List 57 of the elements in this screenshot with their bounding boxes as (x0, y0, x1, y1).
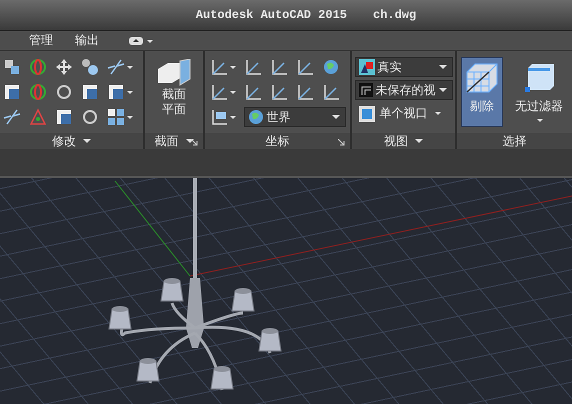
caret-icon[interactable] (126, 90, 132, 94)
panel-title[interactable]: 修改 (52, 132, 76, 150)
globe-icon (248, 109, 264, 125)
caret-icon[interactable] (126, 66, 132, 68)
ucs-icon[interactable] (296, 58, 314, 76)
caret-icon[interactable] (230, 66, 236, 68)
caret-icon[interactable] (230, 116, 236, 118)
ucs-icon[interactable] (210, 83, 228, 101)
panel-title[interactable]: 坐标 (266, 132, 290, 150)
caret-icon (438, 65, 446, 69)
window-title: Autodesk AutoCAD 2015 (196, 8, 347, 22)
wireframe-cube-icon (465, 62, 499, 94)
ucs-icon[interactable] (210, 58, 228, 76)
section-plane-button[interactable]: 截面 平面 (152, 57, 196, 119)
caret-icon[interactable] (415, 139, 423, 143)
file-name: ch.dwg (373, 8, 416, 22)
caret-icon[interactable] (186, 139, 194, 143)
ucs-icon[interactable] (322, 83, 340, 101)
viewport-icon (358, 106, 374, 122)
visual-style-dropdown[interactable]: 真实 (354, 57, 452, 77)
caret-icon (332, 115, 340, 119)
ucs-icon[interactable] (270, 83, 288, 101)
square-icon[interactable] (54, 108, 72, 126)
drawing-viewport[interactable] (0, 178, 572, 404)
view-icon (358, 83, 372, 97)
dialog-launcher-icon[interactable] (191, 139, 198, 146)
viewport-button[interactable]: 单个视口 (354, 103, 452, 124)
section-plane-icon (156, 59, 192, 87)
orbit-icon[interactable] (28, 83, 46, 101)
globe-icon[interactable] (322, 58, 340, 76)
ribbon-tab[interactable]: 管理 (22, 32, 60, 49)
ribbon-tab[interactable]: 输出 (68, 32, 106, 49)
caret-icon[interactable] (230, 90, 236, 94)
caret-icon (438, 88, 446, 92)
cube-icon (522, 62, 556, 94)
filter-button[interactable]: 无过滤器 (511, 57, 567, 127)
cull-button[interactable]: 剔除 (461, 57, 503, 127)
grid-icon[interactable] (106, 108, 124, 126)
named-view-value: 未保存的视 (376, 82, 436, 98)
caret-icon[interactable] (126, 116, 132, 118)
ucs-icon[interactable] (296, 83, 314, 101)
ucs-icon[interactable] (244, 58, 262, 76)
triangle-icon[interactable] (28, 108, 46, 126)
ucs-value: 世界 (266, 108, 290, 126)
named-view-dropdown[interactable]: 未保存的视 (354, 80, 452, 100)
ucs-icon[interactable] (244, 83, 262, 101)
move-icon[interactable] (54, 58, 72, 76)
visual-style-value: 真实 (378, 58, 402, 76)
ucs-icon[interactable] (210, 108, 228, 126)
dialog-launcher-icon[interactable] (338, 139, 345, 146)
ucs-dropdown[interactable]: 世界 (244, 107, 346, 127)
minimize-ribbon-icon[interactable] (128, 36, 154, 46)
rotate3d-icon[interactable] (28, 58, 46, 76)
rotate-icon[interactable] (54, 83, 72, 101)
caret-icon[interactable] (83, 139, 91, 143)
ucs-icon[interactable] (270, 58, 288, 76)
visual-style-icon (358, 59, 374, 75)
